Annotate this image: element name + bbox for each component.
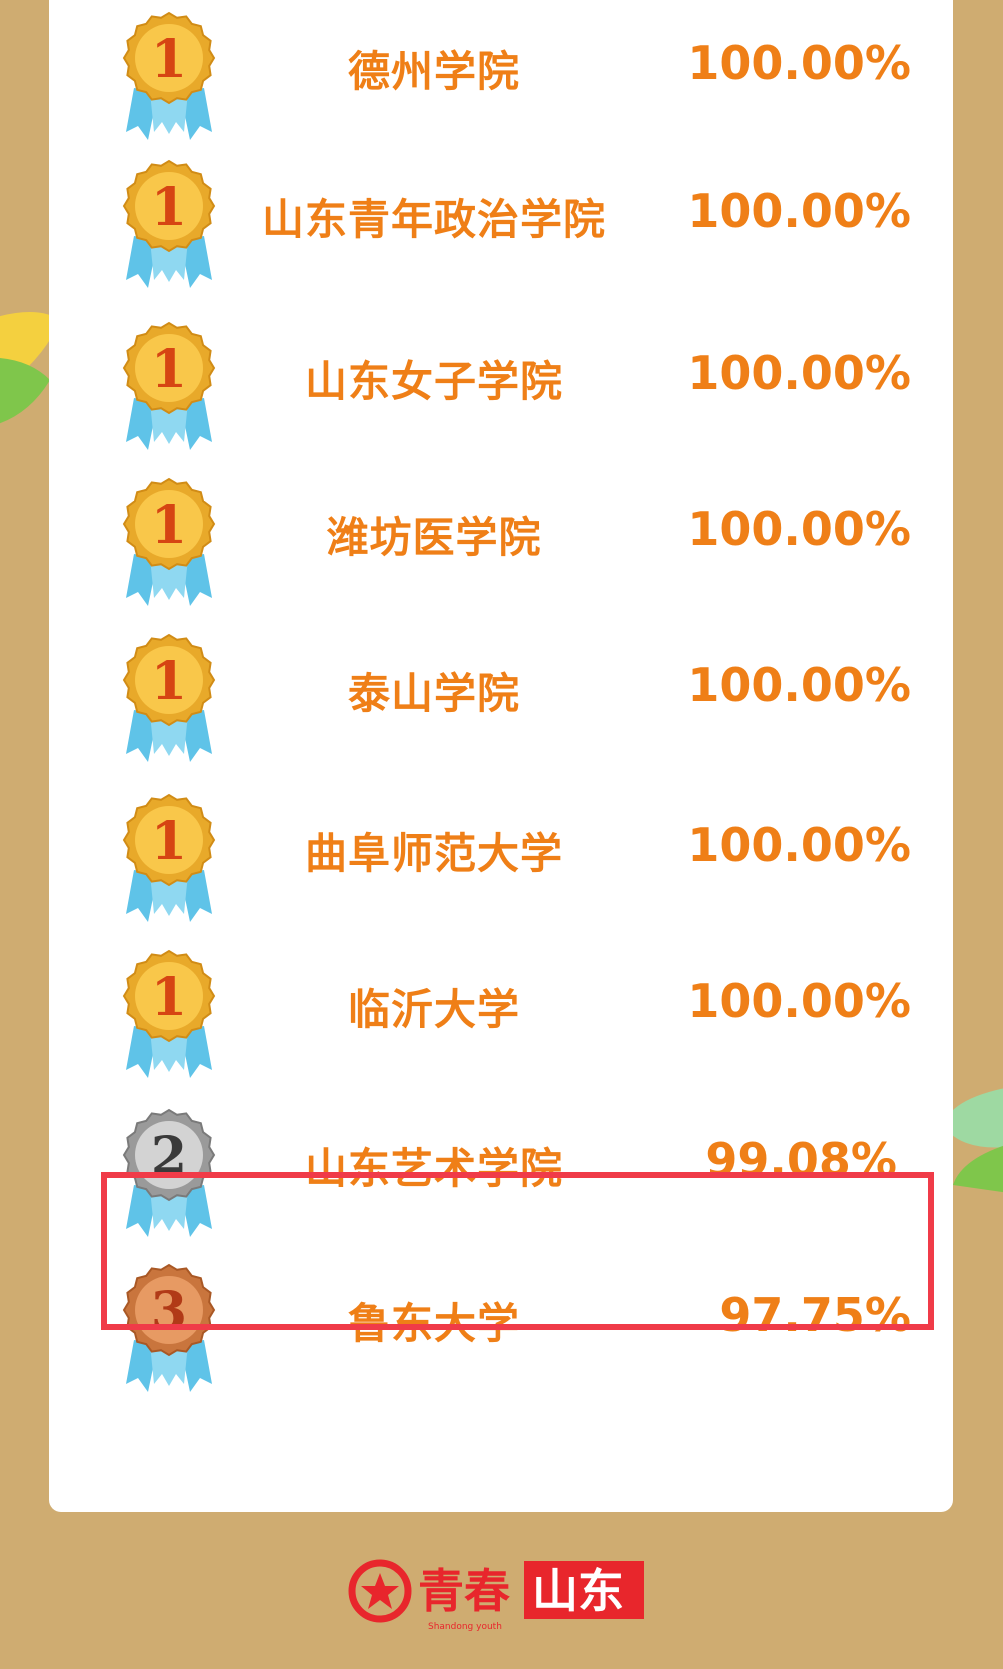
gold-medal-icon: 1: [122, 949, 216, 1078]
gold-medal-icon: 1: [122, 477, 216, 606]
svg-text:山东: 山东: [532, 1564, 624, 1618]
completion-percent: 100.00%: [687, 974, 911, 1028]
svg-text:1: 1: [151, 177, 187, 238]
institution-name: 潍坊医学院: [326, 513, 542, 562]
institution-name: 曲阜师范大学: [304, 829, 563, 878]
ranking-row: 1 山东青年政治学院 100.00%: [49, 148, 953, 298]
gold-medal-icon: 1: [122, 159, 216, 288]
highlight-frame: [101, 1172, 934, 1330]
svg-text:1: 1: [151, 967, 187, 1028]
institution-name: 山东青年政治学院: [261, 195, 606, 244]
svg-text:1: 1: [151, 339, 187, 400]
svg-text:1: 1: [151, 651, 187, 712]
institution-name: 泰山学院: [347, 669, 520, 718]
ranking-row: 1 潍坊医学院 100.00%: [49, 466, 953, 616]
star-icon: [361, 1573, 399, 1609]
gold-medal-icon: 1: [122, 793, 216, 922]
institution-name: 临沂大学: [347, 985, 520, 1034]
qingchun-shandong-logo: 青春 山东 Shandong youth: [348, 1559, 644, 1632]
ranking-row: 1 德州学院 100.00%: [49, 0, 953, 150]
gold-medal-icon: 1: [122, 11, 216, 140]
svg-text:青春: 青春: [418, 1564, 510, 1618]
institution-name: 德州学院: [347, 47, 520, 96]
ranking-row: 1 曲阜师范大学 100.00%: [49, 782, 953, 932]
svg-text:1: 1: [151, 811, 187, 872]
gold-medal-icon: 1: [122, 633, 216, 762]
svg-text:Shandong youth: Shandong youth: [428, 1622, 502, 1632]
completion-percent: 100.00%: [687, 346, 911, 400]
completion-percent: 100.00%: [687, 818, 911, 872]
completion-percent: 100.00%: [687, 36, 911, 90]
gold-medal-icon: 1: [122, 321, 216, 450]
ranking-row: 1 泰山学院 100.00%: [49, 622, 953, 772]
ranking-row: 1 山东女子学院 100.00%: [49, 310, 953, 460]
completion-percent: 100.00%: [687, 184, 911, 238]
svg-text:1: 1: [151, 29, 187, 90]
institution-name: 山东女子学院: [304, 357, 563, 406]
completion-percent: 100.00%: [687, 502, 911, 556]
completion-percent: 100.00%: [687, 658, 911, 712]
ranking-row: 1 临沂大学 100.00%: [49, 938, 953, 1088]
svg-text:1: 1: [151, 495, 187, 556]
